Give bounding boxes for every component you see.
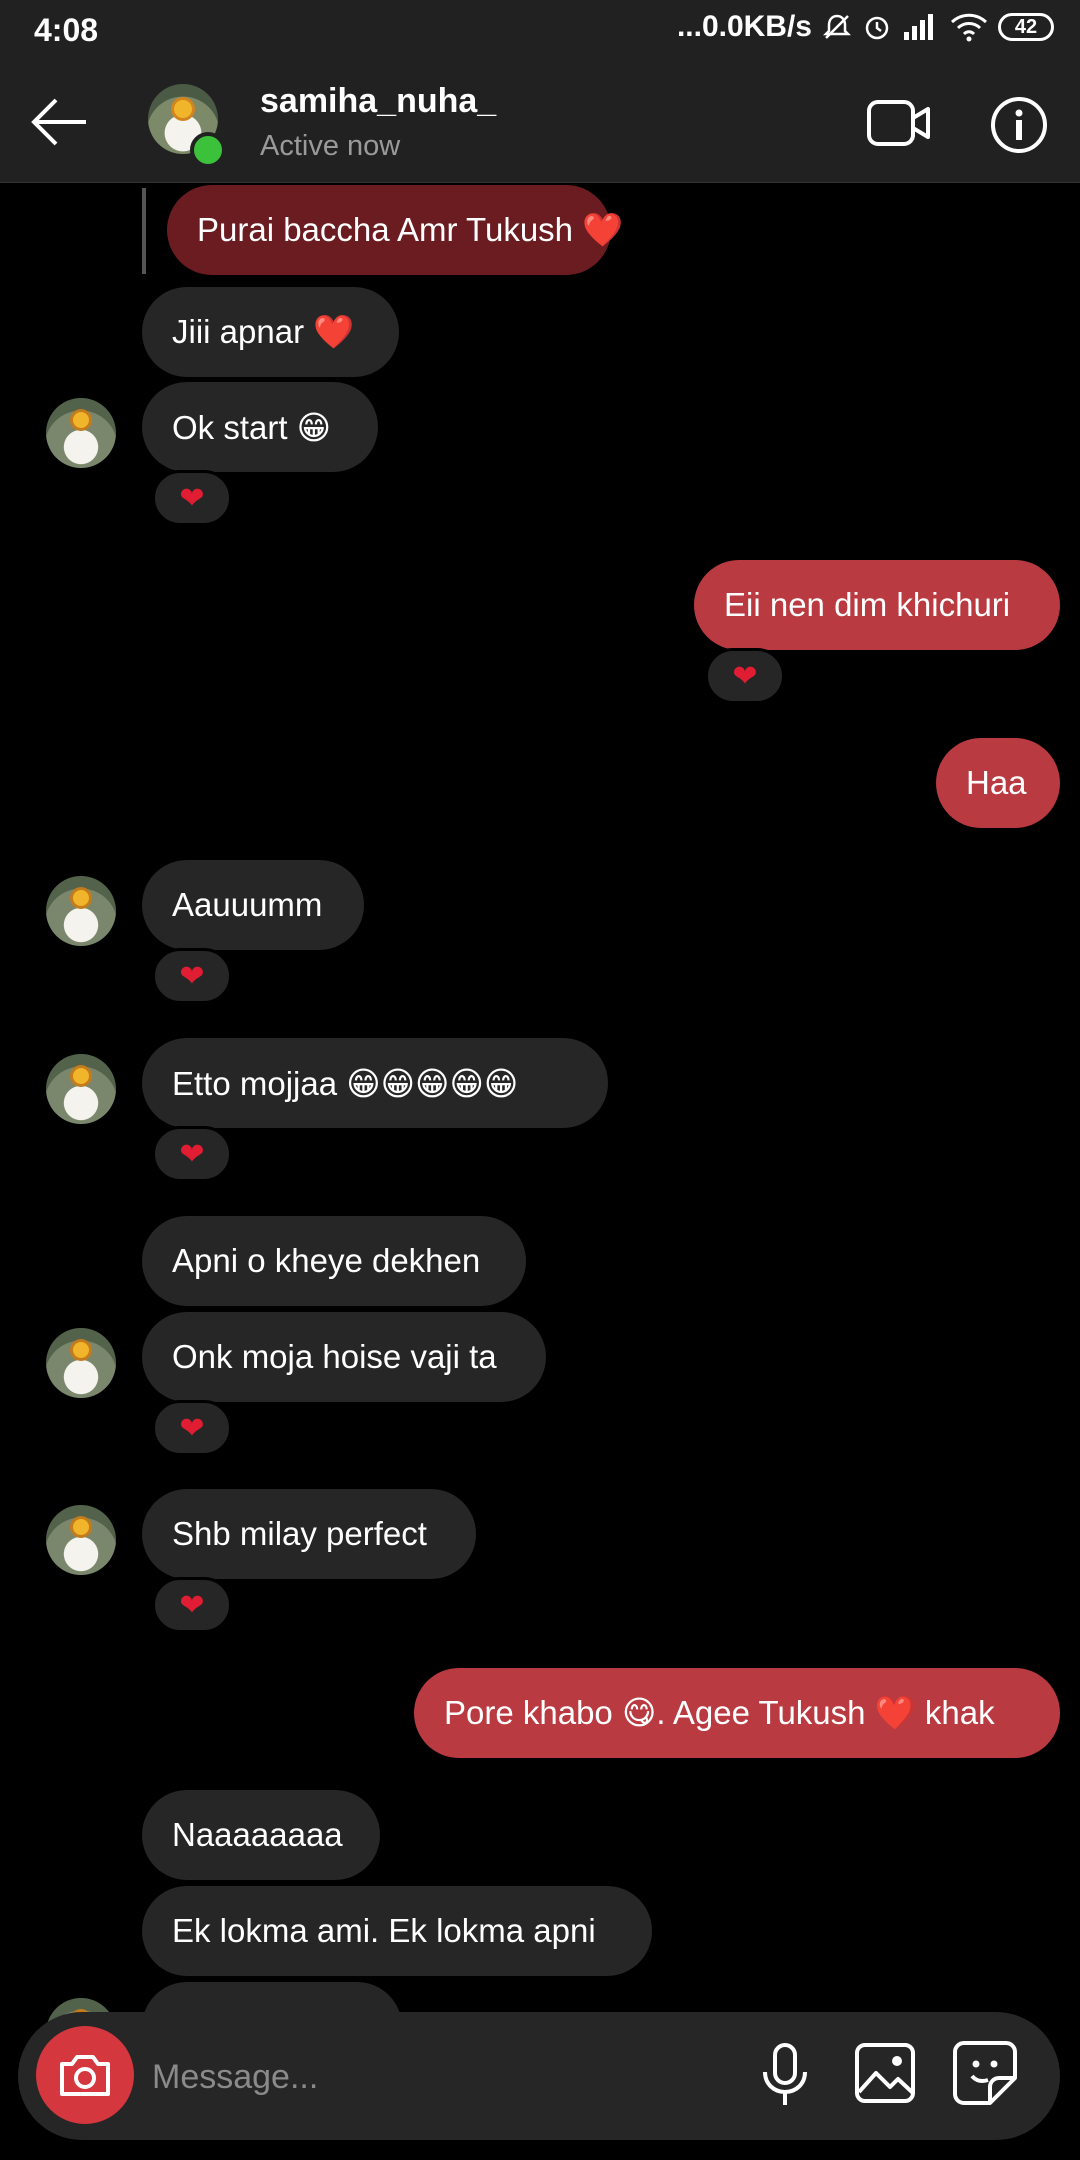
message-text: Ok start 😁 — [172, 408, 332, 446]
heart-icon: ❤ — [179, 1137, 205, 1171]
battery-icon: 42 — [998, 13, 1054, 41]
camera-icon — [60, 2055, 110, 2096]
received-message[interactable]: Onk moja hoise vaji ta — [142, 1312, 546, 1402]
heart-reaction[interactable]: ❤ — [152, 470, 232, 526]
replied-message[interactable]: Purai baccha Amr Tukush ❤️ — [167, 185, 623, 275]
avatar[interactable] — [46, 398, 116, 468]
message-input[interactable] — [150, 2046, 714, 2108]
heart-reaction[interactable]: ❤ — [152, 948, 232, 1004]
gallery-icon[interactable] — [854, 2042, 916, 2104]
mute-icon — [822, 14, 852, 39]
info-icon[interactable] — [990, 96, 1048, 154]
alarm-icon — [865, 16, 889, 40]
sticker-icon[interactable] — [952, 2040, 1018, 2106]
heart-reaction[interactable]: ❤ — [152, 1577, 232, 1633]
received-message[interactable]: Ek lokma ami. Ek lokma apni — [142, 1886, 652, 1976]
heart-icon: ❤ — [179, 1588, 205, 1622]
message-text: Purai baccha Amr Tukush ❤️ — [197, 210, 624, 248]
received-message[interactable]: Etto mojjaa 😁😁😁😁😁 — [142, 1038, 608, 1128]
message-text: Jiii apnar ❤️ — [172, 312, 355, 350]
camera-button[interactable] — [36, 2026, 134, 2124]
heart-reaction[interactable]: ❤ — [705, 648, 785, 704]
chat-header: samiha_nuha_ Active now — [0, 62, 1080, 183]
contact-name[interactable]: samiha_nuha_ — [260, 82, 496, 121]
heart-icon: ❤ — [732, 659, 758, 693]
received-message[interactable]: Apni o kheye dekhen — [142, 1216, 526, 1306]
heart-reaction[interactable]: ❤ — [152, 1126, 232, 1182]
avatar[interactable] — [46, 1054, 116, 1124]
message-text: Pore khabo 😋. Agee Tukush ❤️ khak — [444, 1694, 995, 1731]
received-message[interactable]: Jiii apnar ❤️ — [142, 287, 399, 377]
status-time: 4:08 — [34, 12, 99, 48]
heart-icon: ❤ — [179, 1411, 205, 1445]
message-text: Etto mojjaa 😁😁😁😁😁 — [172, 1064, 519, 1102]
received-message[interactable]: Shb milay perfect — [142, 1489, 476, 1579]
reply-indicator — [142, 188, 146, 274]
active-status: Active now — [260, 130, 401, 162]
online-indicator — [190, 132, 226, 168]
back-arrow-icon[interactable] — [26, 92, 92, 152]
wifi-icon — [950, 13, 988, 42]
heart-icon: ❤ — [179, 481, 205, 515]
sent-message[interactable]: Eii nen dim khichuri — [694, 560, 1060, 650]
avatar[interactable] — [46, 1328, 116, 1398]
message-text: Haa — [966, 764, 1027, 801]
heart-icon: ❤ — [179, 959, 205, 993]
sent-message[interactable]: Pore khabo 😋. Agee Tukush ❤️ khak — [414, 1668, 1060, 1758]
sent-message[interactable]: Haa — [936, 738, 1060, 828]
message-composer — [18, 2012, 1060, 2140]
received-message[interactable]: Aauuumm — [142, 860, 364, 950]
message-text: Apni o kheye dekhen — [172, 1242, 481, 1279]
received-message[interactable]: Ok start 😁 — [142, 382, 378, 472]
microphone-icon[interactable] — [756, 2042, 814, 2108]
message-text: Onk moja hoise vaji ta — [172, 1338, 497, 1375]
video-call-icon[interactable] — [866, 96, 932, 150]
message-text: Naaaaaaaa — [172, 1816, 343, 1853]
message-text: Shb milay perfect — [172, 1515, 427, 1552]
heart-reaction[interactable]: ❤ — [152, 1400, 232, 1456]
avatar[interactable] — [46, 876, 116, 946]
battery-level: 42 — [1014, 15, 1038, 38]
status-bar: 4:08 ...0.0KB/s 42 — [0, 0, 1080, 62]
message-text: Ek lokma ami. Ek lokma apni — [172, 1912, 596, 1949]
message-text: Eii nen dim khichuri — [724, 586, 1011, 623]
avatar[interactable] — [46, 1505, 116, 1575]
network-speed: ...0.0KB/s — [676, 10, 812, 43]
message-text: Aauuumm — [172, 886, 323, 923]
received-message[interactable]: Naaaaaaaa — [142, 1790, 380, 1880]
signal-icon — [904, 14, 933, 40]
status-icons: ...0.0KB/s 42 — [677, 10, 1054, 44]
